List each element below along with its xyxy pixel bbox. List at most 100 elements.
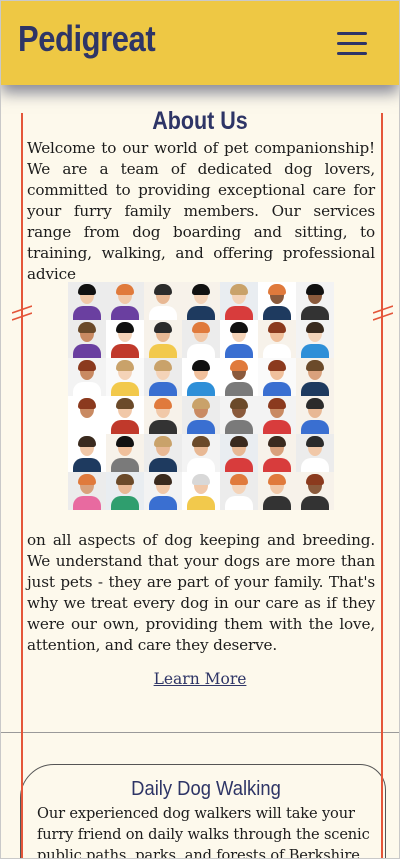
portrait-tile bbox=[68, 396, 106, 434]
portrait-shirt bbox=[301, 496, 329, 510]
portrait-tile bbox=[296, 472, 334, 510]
portrait-hair bbox=[306, 436, 324, 447]
portrait-shirt bbox=[225, 496, 253, 510]
portrait-tile bbox=[258, 472, 296, 510]
portrait-shirt bbox=[225, 306, 253, 320]
portrait-shirt bbox=[111, 344, 139, 358]
portrait-hair bbox=[116, 398, 134, 409]
portrait-hair bbox=[268, 284, 286, 295]
portrait-hair bbox=[78, 322, 96, 333]
portrait-tile bbox=[68, 434, 106, 472]
portrait-shirt bbox=[301, 458, 329, 472]
portrait-tile bbox=[296, 396, 334, 434]
portrait-shirt bbox=[263, 382, 291, 396]
portrait-tile bbox=[182, 396, 220, 434]
portrait-hair bbox=[154, 284, 172, 295]
portrait-shirt bbox=[73, 420, 101, 434]
portrait-shirt bbox=[149, 382, 177, 396]
portrait-shirt bbox=[73, 458, 101, 472]
portrait-hair bbox=[154, 322, 172, 333]
portrait-tile bbox=[144, 320, 182, 358]
portrait-shirt bbox=[263, 496, 291, 510]
portrait-hair bbox=[116, 322, 134, 333]
portrait-hair bbox=[268, 360, 286, 371]
left-break-icon bbox=[12, 305, 32, 321]
portrait-shirt bbox=[301, 382, 329, 396]
portrait-hair bbox=[268, 474, 286, 485]
portrait-shirt bbox=[111, 306, 139, 320]
portrait-tile bbox=[182, 472, 220, 510]
portrait-tile bbox=[144, 358, 182, 396]
portrait-tile bbox=[296, 358, 334, 396]
portrait-hair bbox=[116, 284, 134, 295]
portrait-hair bbox=[192, 322, 210, 333]
portrait-tile bbox=[68, 472, 106, 510]
hamburger-menu-icon[interactable] bbox=[337, 32, 369, 58]
right-accent-line bbox=[381, 113, 383, 858]
section-divider bbox=[1, 732, 399, 733]
portrait-hair bbox=[230, 436, 248, 447]
portrait-shirt bbox=[149, 496, 177, 510]
portrait-tile bbox=[220, 282, 258, 320]
portrait-shirt bbox=[73, 382, 101, 396]
right-break-icon bbox=[373, 305, 393, 321]
portrait-shirt bbox=[187, 382, 215, 396]
team-faces-collage bbox=[68, 282, 334, 510]
portrait-hair bbox=[154, 360, 172, 371]
portrait-tile bbox=[220, 472, 258, 510]
portrait-tile bbox=[220, 434, 258, 472]
menu-bar bbox=[337, 32, 367, 35]
portrait-tile bbox=[106, 472, 144, 510]
portrait-hair bbox=[154, 474, 172, 485]
portrait-hair bbox=[116, 360, 134, 371]
portrait-hair bbox=[192, 284, 210, 295]
portrait-shirt bbox=[111, 496, 139, 510]
portrait-hair bbox=[192, 360, 210, 371]
portrait-shirt bbox=[73, 496, 101, 510]
portrait-shirt bbox=[225, 344, 253, 358]
portrait-tile bbox=[220, 358, 258, 396]
portrait-hair bbox=[78, 284, 96, 295]
portrait-hair bbox=[306, 474, 324, 485]
portrait-tile bbox=[144, 434, 182, 472]
portrait-shirt bbox=[187, 420, 215, 434]
portrait-tile bbox=[106, 396, 144, 434]
portrait-tile bbox=[220, 320, 258, 358]
portrait-shirt bbox=[149, 344, 177, 358]
portrait-hair bbox=[230, 322, 248, 333]
portrait-shirt bbox=[149, 306, 177, 320]
portrait-shirt bbox=[263, 420, 291, 434]
portrait-shirt bbox=[73, 344, 101, 358]
portrait-tile bbox=[258, 282, 296, 320]
portrait-hair bbox=[306, 360, 324, 371]
menu-bar bbox=[337, 42, 367, 45]
portrait-hair bbox=[192, 436, 210, 447]
portrait-tile bbox=[182, 320, 220, 358]
portrait-shirt bbox=[187, 306, 215, 320]
portrait-tile bbox=[106, 434, 144, 472]
portrait-shirt bbox=[263, 344, 291, 358]
portrait-hair bbox=[268, 436, 286, 447]
portrait-hair bbox=[306, 322, 324, 333]
portrait-tile bbox=[68, 282, 106, 320]
portrait-tile bbox=[258, 396, 296, 434]
portrait-tile bbox=[258, 358, 296, 396]
portrait-hair bbox=[306, 284, 324, 295]
portrait-hair bbox=[306, 398, 324, 409]
portrait-tile bbox=[296, 282, 334, 320]
portrait-shirt bbox=[263, 306, 291, 320]
portrait-tile bbox=[106, 358, 144, 396]
portrait-tile bbox=[258, 320, 296, 358]
portrait-hair bbox=[230, 360, 248, 371]
portrait-shirt bbox=[225, 382, 253, 396]
portrait-hair bbox=[78, 360, 96, 371]
portrait-hair bbox=[78, 398, 96, 409]
portrait-hair bbox=[192, 474, 210, 485]
portrait-tile bbox=[144, 396, 182, 434]
learn-more-link[interactable]: Learn More bbox=[1, 670, 399, 688]
brand-logo[interactable]: Pedigreat bbox=[18, 21, 156, 57]
menu-bar bbox=[337, 52, 367, 55]
portrait-shirt bbox=[301, 420, 329, 434]
service-card-text: Our experienced dog walkers will take yo… bbox=[37, 805, 370, 859]
site-header: Pedigreat bbox=[1, 1, 399, 85]
